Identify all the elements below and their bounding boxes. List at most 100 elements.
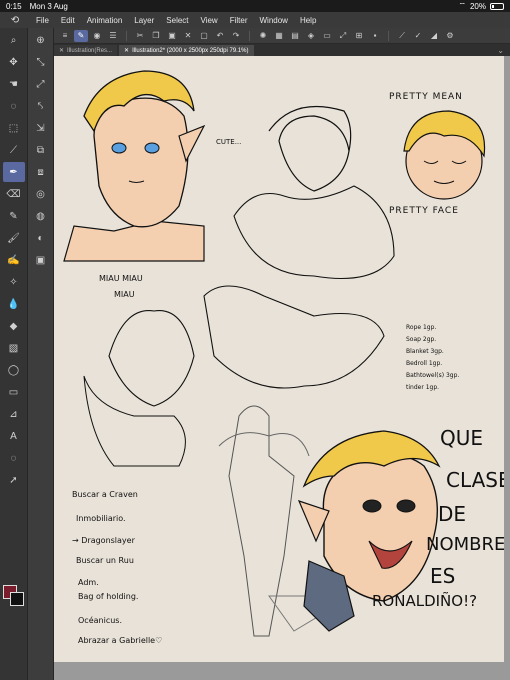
layer-icon[interactable]: ▤ (288, 30, 302, 42)
select-icon[interactable]: ⬚ (3, 118, 25, 138)
paint-icon[interactable]: 🖌 (3, 228, 25, 248)
menu-select[interactable]: Select (160, 16, 194, 25)
eye-icon[interactable]: ◉ (90, 30, 104, 42)
brush-variant-icon[interactable]: ▣ (30, 250, 52, 270)
shout-text: NOMBRE (426, 534, 504, 555)
grid-icon[interactable]: ▦ (272, 30, 286, 42)
list-item: Blanket 3gp. (406, 348, 444, 355)
menu-icon[interactable]: ≡ (58, 30, 72, 42)
note-text: Buscar a Craven (72, 490, 138, 499)
transform-icon[interactable]: ⤢ (336, 30, 350, 42)
lasso-icon[interactable]: ◌ (3, 96, 25, 116)
balloon-icon[interactable]: ◌ (3, 448, 25, 468)
list-item: Soap 2gp. (406, 336, 437, 343)
brush-variant-icon[interactable]: ◍ (30, 206, 52, 226)
list-item: Rope 1gp. (406, 324, 437, 331)
menu-layer[interactable]: Layer (128, 16, 160, 25)
menu-window[interactable]: Window (254, 16, 294, 25)
text-icon[interactable]: A (3, 426, 25, 446)
divider (126, 30, 127, 41)
sub-color-swatch[interactable] (10, 592, 24, 606)
rect-select-icon[interactable]: ▭ (320, 30, 334, 42)
shout-text: RONALDIÑO!? (372, 592, 478, 610)
status-time: 0:15 (6, 1, 22, 11)
pretty-mean-label: PRETTY MEAN (389, 92, 463, 102)
canvas-area[interactable]: CUTE... PRETTY MEAN PRETTY FACE MIAU MIA… (54, 56, 510, 680)
document-tabs: ✕ Illustration(Res... ✕ Illustration2* (… (54, 44, 510, 56)
list-item: tinder 1gp. (406, 384, 440, 391)
frame-icon[interactable]: ▢ (197, 30, 211, 42)
list-item: Bathtowel(s) 3gp. (406, 372, 460, 379)
eraser-icon[interactable]: ⌫ (3, 184, 25, 204)
sub-tool-palette: ⊕ ⤡ ⤢ ⤣ ⇲ ⧉ ⧈ ◎ ◍ ◐ ▣ (28, 28, 54, 680)
search-icon[interactable]: ⊕ (30, 30, 52, 50)
drawing-canvas[interactable]: CUTE... PRETTY MEAN PRETTY FACE MIAU MIA… (54, 56, 504, 662)
menu-animation[interactable]: Animation (81, 16, 129, 25)
divider (388, 30, 389, 41)
app-logo-icon[interactable]: ⟲ (0, 15, 30, 26)
layer-stack-icon[interactable]: ⧈ (30, 162, 52, 182)
shout-text: CLASE (446, 468, 504, 492)
airbrush-icon[interactable]: ✧ (3, 272, 25, 292)
table-icon[interactable]: ⊞ (352, 30, 366, 42)
eyedropper-icon[interactable]: ⟋ (3, 140, 25, 160)
tab-illustration[interactable]: ✕ Illustration(Res... (54, 45, 118, 56)
gradient-icon[interactable]: ▧ (3, 338, 25, 358)
fill-icon[interactable]: ▪ (368, 30, 382, 42)
miau-label: MIAU MIAU (99, 274, 143, 283)
close-icon[interactable]: ✕ (124, 47, 129, 54)
brush-icon[interactable]: ✍ (3, 250, 25, 270)
menu-filter[interactable]: Filter (224, 16, 254, 25)
menu-file[interactable]: File (30, 16, 55, 25)
list-icon[interactable]: ☰ (106, 30, 120, 42)
layer-stack-icon[interactable]: ⧉ (30, 140, 52, 160)
miau-label-2: MIAU (114, 290, 135, 299)
zoom-icon[interactable]: ⌕ (3, 30, 25, 50)
pen-mode-icon[interactable]: ✎ (74, 29, 88, 42)
brush-variant-icon[interactable]: ◐ (30, 228, 52, 248)
pen-variant-icon[interactable]: ⤡ (30, 52, 52, 72)
status-date: Mon 3 Aug (29, 1, 68, 11)
copy-icon[interactable]: ❐ (149, 30, 163, 42)
snap-icon[interactable]: ✓ (411, 30, 425, 42)
note-text: Adm. (78, 578, 99, 587)
pointer-icon[interactable]: ➚ (3, 470, 25, 490)
undo-icon[interactable]: ↶ (213, 30, 227, 42)
menu-view[interactable]: View (195, 16, 224, 25)
pretty-face-label: PRETTY FACE (389, 206, 459, 216)
note-text: Bag of holding. (78, 592, 139, 601)
flip-icon[interactable]: ◢ (427, 30, 441, 42)
pen-variant-icon[interactable]: ⇲ (30, 118, 52, 138)
cut-icon[interactable]: ✂ (133, 30, 147, 42)
pen-variant-icon[interactable]: ⤣ (30, 96, 52, 116)
shout-text: ES (430, 564, 456, 588)
settings-icon[interactable]: ⚙ (443, 30, 457, 42)
note-text: Buscar un Ruu (76, 556, 134, 565)
rect-icon[interactable]: ◯ (3, 360, 25, 380)
redo-icon[interactable]: ↷ (229, 30, 243, 42)
hand-icon[interactable]: ☚ (3, 74, 25, 94)
pen-icon[interactable]: ✒ (2, 162, 25, 182)
fill-icon[interactable]: ◆ (3, 316, 25, 336)
move-icon[interactable]: ✥ (3, 52, 25, 72)
status-bar: 0:15 Mon 3 Aug ⌔ 20% (0, 0, 510, 12)
command-bar: ≡ ✎ ◉ ☰ ✂ ❐ ▣ ✕ ▢ ↶ ↷ ✺ ▦ ▤ ◈ ▭ ⤢ ⊞ ▪ ⟋ … (54, 28, 510, 44)
loading-icon[interactable]: ✺ (256, 30, 270, 42)
frame-icon[interactable]: ▭ (3, 382, 25, 402)
brush-variant-icon[interactable]: ◎ (30, 184, 52, 204)
battery-icon (490, 2, 504, 10)
crop-icon[interactable]: ⊿ (3, 404, 25, 424)
tab-illustration2[interactable]: ✕ Illustration2* (2000 x 2500px 250dpi 7… (119, 45, 254, 56)
menu-edit[interactable]: Edit (55, 16, 81, 25)
cute-label: CUTE... (216, 138, 242, 146)
pencil-icon[interactable]: ✎ (3, 206, 25, 226)
pen-variant-icon[interactable]: ⤢ (30, 74, 52, 94)
paste-icon[interactable]: ▣ (165, 30, 179, 42)
clear-icon[interactable]: ✕ (181, 30, 195, 42)
blend-icon[interactable]: 💧 (3, 294, 25, 314)
bucket-icon[interactable]: ◈ (304, 30, 318, 42)
close-icon[interactable]: ✕ (59, 47, 64, 54)
menu-help[interactable]: Help (294, 16, 322, 25)
tabs-dropdown-icon[interactable]: ⌄ (491, 44, 510, 56)
ruler-icon[interactable]: ⟋ (395, 30, 409, 42)
